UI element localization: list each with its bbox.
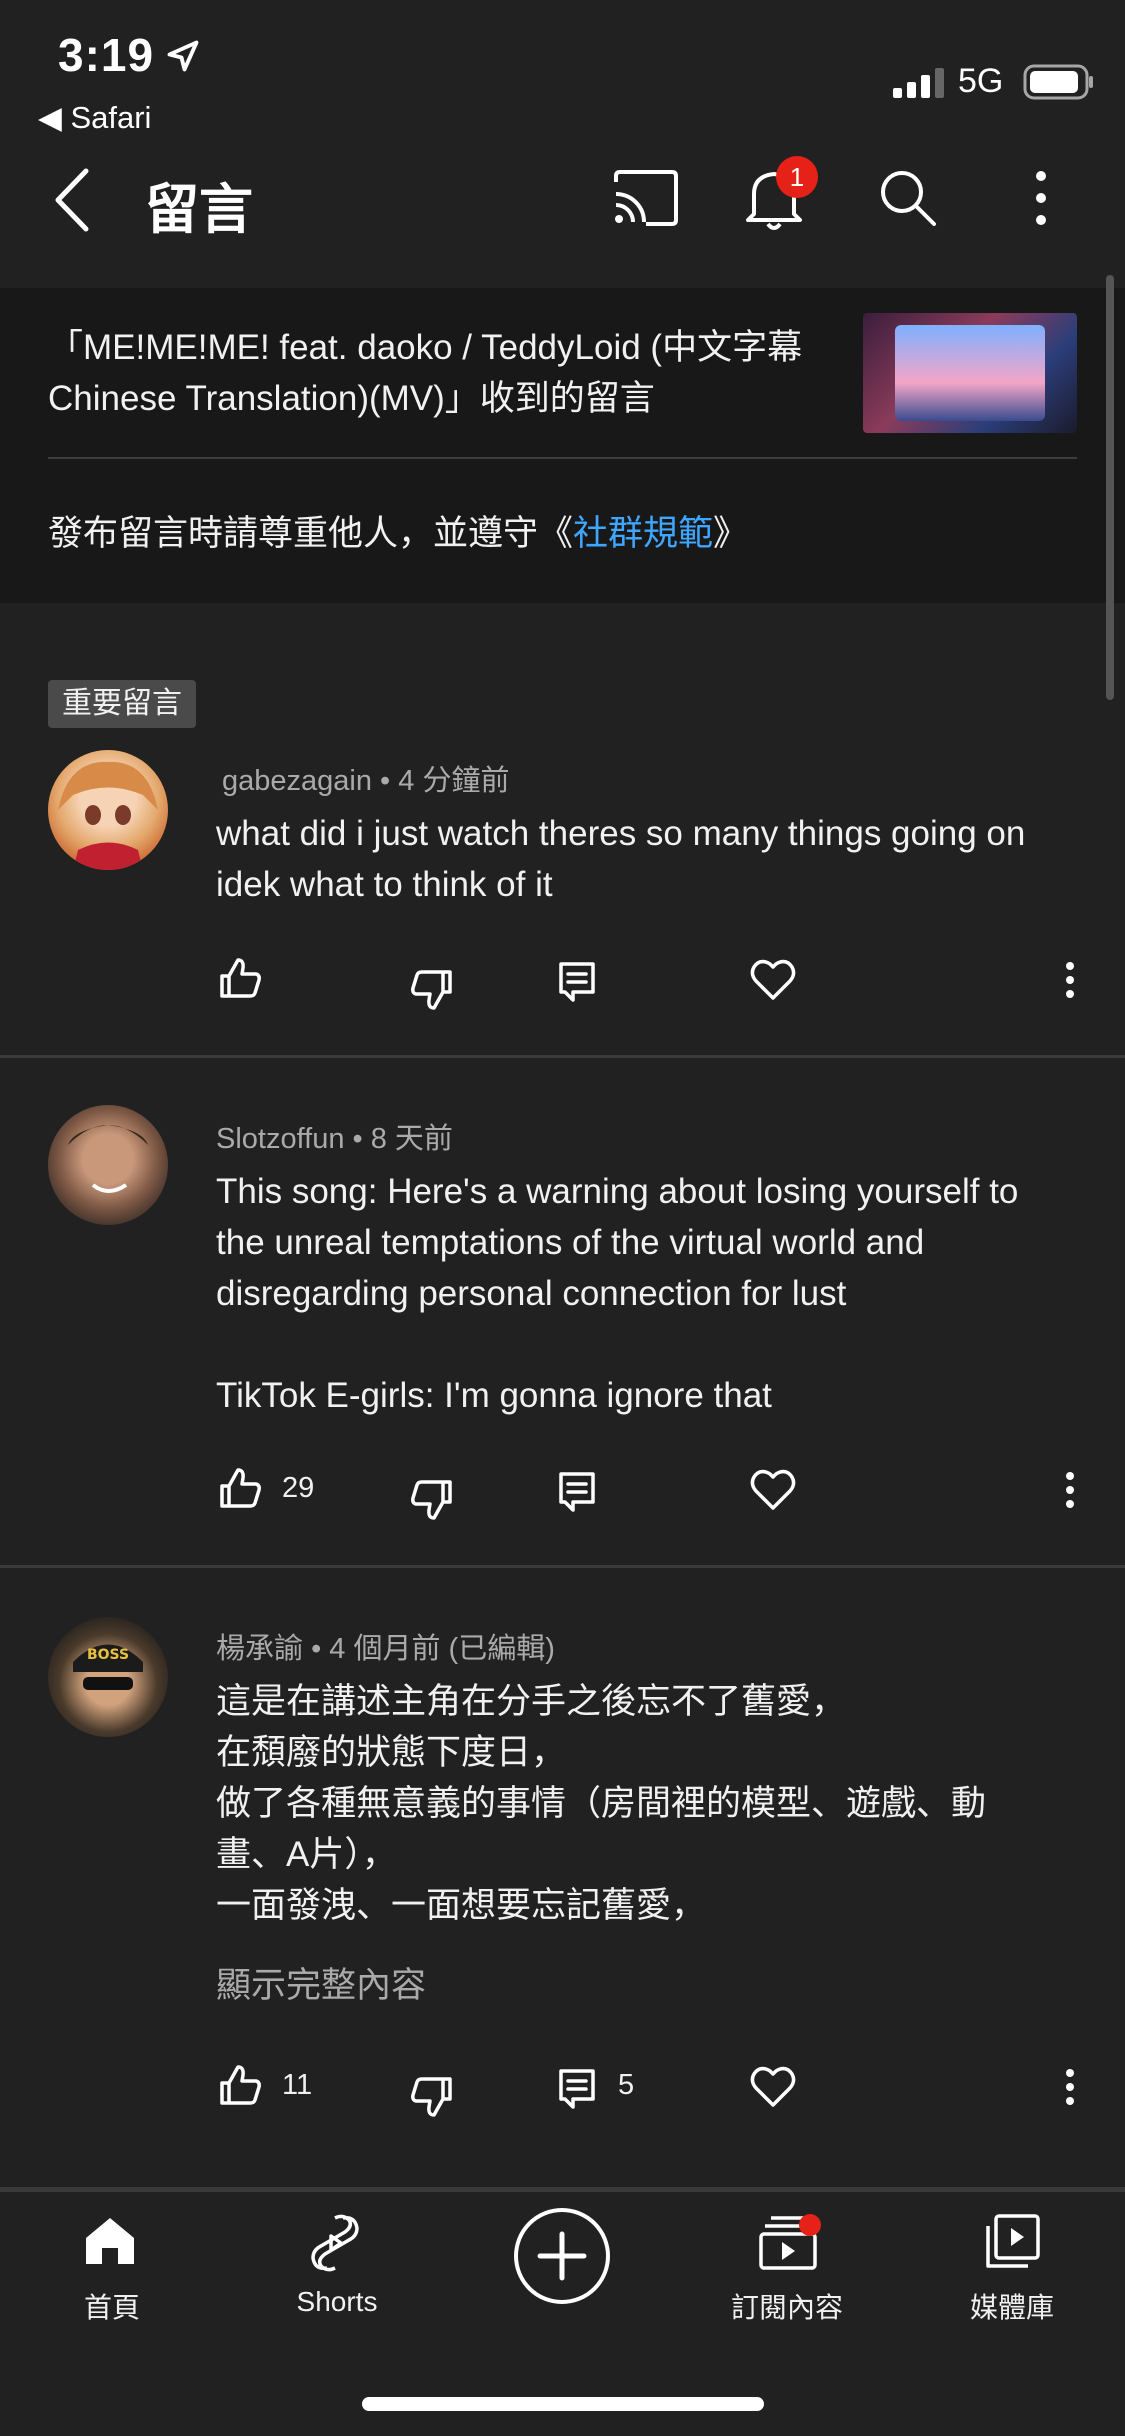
reply-button[interactable]: [555, 960, 599, 1009]
comment-time: • 4 分鐘前: [380, 765, 510, 797]
comment-author[interactable]: 楊承諭: [216, 1633, 303, 1665]
network-type: 5G: [958, 62, 1004, 100]
comment-line: 一面發洩、一面想要忘記舊愛，: [216, 1886, 707, 1925]
like-button[interactable]: [218, 2063, 262, 2112]
cellular-signal-icon: [893, 68, 944, 98]
comment-more-button[interactable]: [1062, 1468, 1078, 1517]
comment-time: • 4 個月前 (已編輯): [311, 1633, 555, 1665]
dislike-button[interactable]: [410, 1478, 454, 1527]
comment-line: This song: Here's a warning about losing…: [216, 1172, 1019, 1211]
comment-more-button[interactable]: [1062, 2065, 1078, 2114]
comment-author[interactable]: Slotzoffun: [216, 1123, 344, 1155]
divider: [48, 457, 1077, 459]
comment-line: TikTok E-girls: I'm gonna ignore that: [216, 1376, 772, 1415]
location-arrow-icon: [167, 40, 199, 72]
community-guideline-notice: 發布留言時請尊重他人，並遵守《社群規範》: [48, 505, 748, 556]
new-content-dot: [799, 2214, 821, 2236]
divider: [0, 1565, 1125, 1568]
avatar[interactable]: BOSS: [48, 1617, 168, 1737]
comment-more-icon: [1066, 962, 1074, 998]
status-time: 3:19: [58, 29, 155, 81]
anime-avatar-image: [58, 761, 158, 870]
divider: [0, 1055, 1125, 1058]
shorts-icon[interactable]: [307, 2212, 363, 2279]
reply-icon: [559, 962, 595, 1002]
like-button[interactable]: [218, 956, 262, 1005]
like-count: 11: [282, 2069, 313, 2101]
dislike-icon: [411, 970, 452, 1010]
comment-line: idek what to think of it: [216, 865, 553, 904]
comment-text: 這是在講述主角在分手之後忘不了舊愛， 在頹廢的狀態下度日， 做了各種無意義的事情…: [216, 1676, 1125, 1931]
search-icon[interactable]: [878, 168, 938, 228]
guideline-suffix: 》: [713, 514, 749, 553]
reply-icon: [559, 1472, 595, 1512]
heart-button[interactable]: [750, 1468, 796, 1517]
heart-icon: [750, 2066, 796, 2107]
comment-meta: 楊承諭 • 4 個月前 (已編輯): [216, 1625, 555, 1667]
comment-text: This song: Here's a warning about losing…: [216, 1166, 1125, 1421]
library-icon[interactable]: [982, 2212, 1042, 2277]
reply-icon: [559, 2069, 595, 2109]
nav-label[interactable]: Shorts: [237, 2286, 437, 2318]
heart-icon: [750, 959, 796, 1000]
cast-icon[interactable]: [612, 170, 678, 226]
show-more-link[interactable]: 顯示完整內容: [216, 1957, 426, 2008]
reply-button[interactable]: [555, 2067, 599, 2116]
like-button[interactable]: [218, 1466, 262, 1515]
more-options-icon[interactable]: [1027, 168, 1055, 228]
back-to-safari-link[interactable]: ◀ Safari: [38, 100, 151, 136]
dislike-button[interactable]: [410, 2075, 454, 2124]
like-icon: [220, 2065, 261, 2105]
like-icon: [220, 1468, 261, 1508]
comment-line: 做了各種無意義的事情（房間裡的模型、遊戲、動: [216, 1784, 987, 1823]
svg-text:BOSS: BOSS: [87, 1647, 129, 1663]
dislike-icon: [411, 1480, 452, 1520]
comment-line: the unreal temptations of the virtual wo…: [216, 1223, 925, 1262]
heart-icon: [750, 1469, 796, 1510]
comment-line: 這是在講述主角在分手之後忘不了舊愛，: [216, 1682, 847, 1721]
battery-icon: [1023, 64, 1093, 100]
comment-line: 在頹廢的狀態下度日，: [216, 1733, 567, 1772]
comment-meta: Slotzoffun • 8 天前: [216, 1115, 453, 1157]
reply-button[interactable]: [555, 1470, 599, 1519]
comment-text: what did i just watch theres so many thi…: [216, 808, 1125, 910]
comment-line: [216, 1319, 1125, 1370]
comment-author[interactable]: gabezagain: [222, 765, 372, 797]
like-count: 29: [282, 1472, 315, 1504]
comment-time: • 8 天前: [352, 1123, 453, 1155]
comment-line: disregarding personal connection for lus…: [216, 1274, 847, 1313]
dislike-button[interactable]: [410, 968, 454, 1017]
person-avatar-image: [68, 1125, 148, 1193]
heart-button[interactable]: [750, 958, 796, 1007]
nav-label[interactable]: 媒體庫: [912, 2286, 1112, 2326]
comment-more-icon: [1066, 2069, 1074, 2105]
video-title: 「ME!ME!ME! feat. daoko / TeddyLoid (中文字幕…: [48, 328, 803, 418]
comment-line: 畫、A片），: [216, 1835, 397, 1874]
home-icon[interactable]: [82, 2212, 138, 2273]
heart-button[interactable]: [750, 2065, 796, 2114]
scrollbar[interactable]: [1106, 275, 1114, 700]
nav-label[interactable]: 訂閱內容: [687, 2286, 887, 2326]
comment-line: what did i just watch theres so many thi…: [216, 814, 1026, 853]
video-thumbnail[interactable]: [863, 313, 1077, 433]
pinned-comment-badge: 重要留言: [48, 680, 196, 728]
community-guidelines-link[interactable]: 社群規範: [573, 514, 713, 553]
notification-count-badge: 1: [776, 156, 818, 198]
nav-label[interactable]: 首頁: [12, 2286, 212, 2326]
reply-count: 5: [618, 2069, 635, 2101]
comment-more-icon: [1066, 1472, 1074, 1508]
like-icon: [220, 958, 261, 998]
dislike-icon: [411, 2077, 452, 2117]
home-indicator[interactable]: [362, 2397, 764, 2411]
guideline-prefix: 發布留言時請尊重他人，並遵守《: [48, 514, 574, 553]
comment-meta: gabezagain • 4 分鐘前: [222, 757, 509, 799]
avatar[interactable]: [48, 1105, 168, 1225]
back-button[interactable]: [48, 165, 98, 235]
comment-more-button[interactable]: [1062, 958, 1078, 1007]
page-title: 留言: [145, 180, 253, 240]
person-avatar-image: BOSS: [73, 1644, 143, 1690]
create-icon[interactable]: [512, 2206, 612, 2311]
avatar[interactable]: [48, 750, 168, 870]
